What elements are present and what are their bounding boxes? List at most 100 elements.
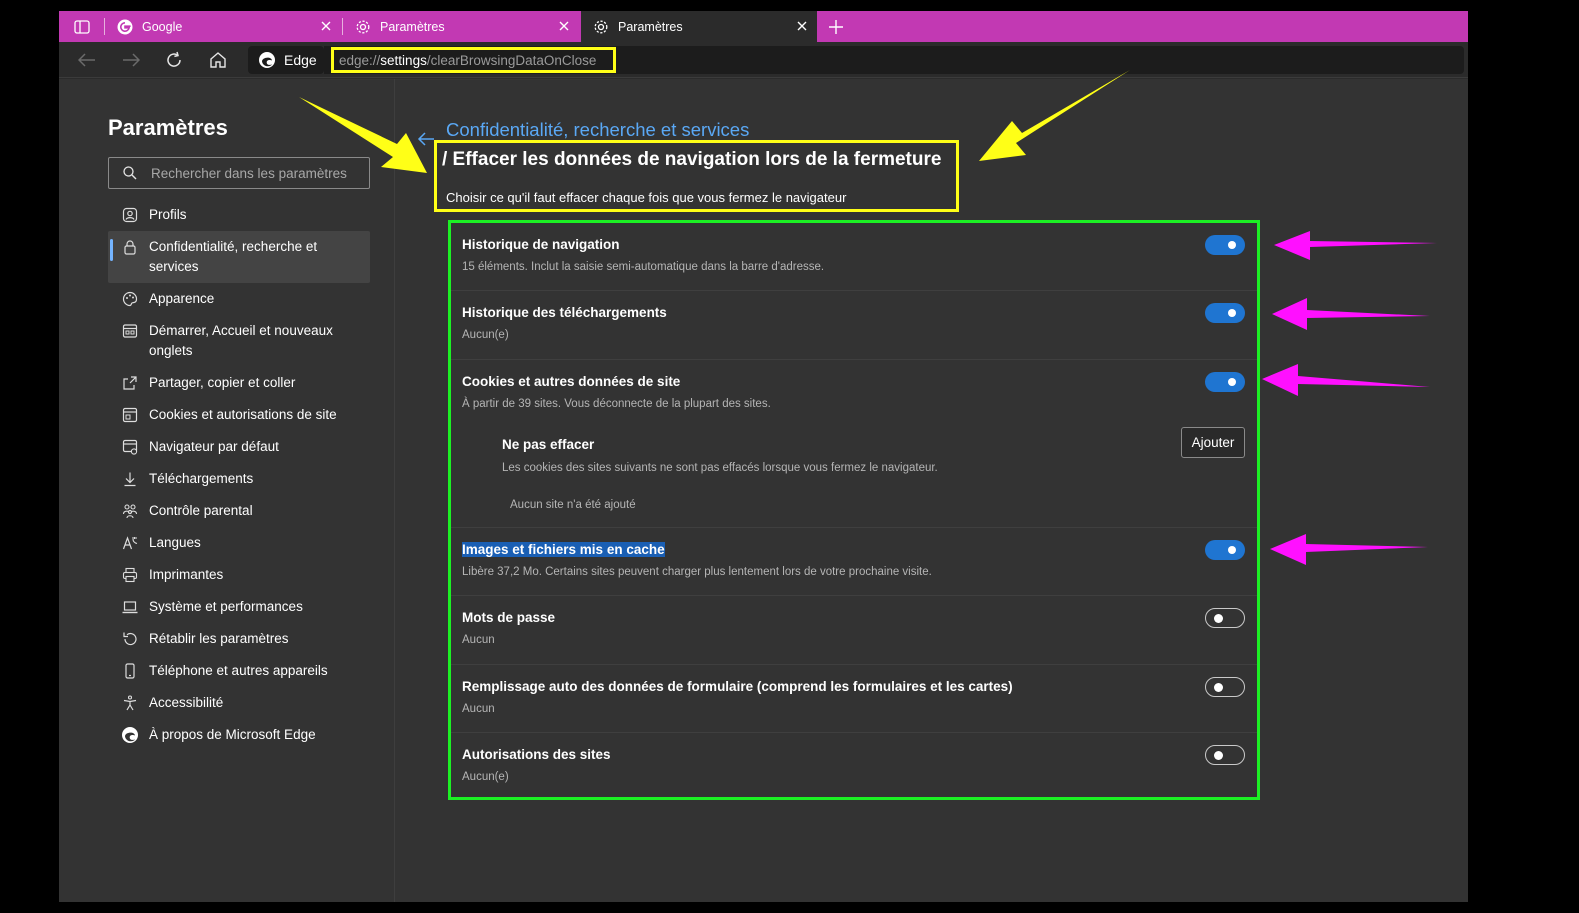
search-icon xyxy=(123,166,137,180)
option-title: Historique de navigation xyxy=(462,237,620,252)
sidebar-item-systeme[interactable]: Système et performances xyxy=(108,597,370,617)
tab-settings-active[interactable]: Paramètres xyxy=(581,11,817,42)
refresh-button[interactable] xyxy=(163,49,185,71)
close-icon[interactable] xyxy=(319,19,333,33)
option-title: Historique des téléchargements xyxy=(462,305,667,320)
home-icon xyxy=(210,52,226,68)
sidebar-item-apparence[interactable]: Apparence xyxy=(108,289,370,309)
option-title: Cookies et autres données de site xyxy=(462,374,681,389)
sidebar-item-label: Apparence xyxy=(149,291,215,306)
toggle-knob xyxy=(1214,614,1223,623)
sidebar-item-langues[interactable]: Langues xyxy=(108,533,370,553)
edge-identity-chip[interactable]: Edge xyxy=(248,46,324,74)
sidebar-item-label: Navigateur par défaut xyxy=(149,439,279,454)
option-title: Mots de passe xyxy=(462,610,556,625)
tab-settings-1[interactable]: Paramètres xyxy=(343,11,579,42)
toggle-mots-de-passe[interactable] xyxy=(1205,608,1245,628)
option-description: 15 éléments. Inclut la saisie semi-autom… xyxy=(462,261,825,273)
back-arrow-icon[interactable] xyxy=(416,129,436,149)
toggle-historique-navigation[interactable] xyxy=(1205,235,1245,255)
forward-button[interactable] xyxy=(120,49,142,71)
tab-title: Google xyxy=(142,19,183,34)
toolbar: Edge edge://settings/clearBrowsingDataOn… xyxy=(59,42,1468,78)
breadcrumb-privacy-link[interactable]: Confidentialité, recherche et services xyxy=(446,119,749,141)
toggle-images-cache[interactable] xyxy=(1205,540,1245,560)
sidebar-title: Paramètres xyxy=(108,115,228,140)
share-icon xyxy=(121,373,139,393)
settings-sidebar: Paramètres Rechercher dans les paramètre… xyxy=(59,79,395,902)
option-title: Images et fichiers mis en cache xyxy=(462,542,665,557)
back-button[interactable] xyxy=(76,49,98,71)
option-row-historique-navigation: Historique de navigation 15 éléments. In… xyxy=(451,223,1257,291)
new-tab-button[interactable] xyxy=(825,16,847,38)
toggle-knob xyxy=(1228,309,1236,317)
toggle-autorisations-sites[interactable] xyxy=(1205,745,1245,765)
reset-icon xyxy=(121,629,139,649)
browser-window: Google Paramètres Paramètres Edge edge:/… xyxy=(59,11,1468,902)
title-annotation-box: / Effacer les données de navigation lors… xyxy=(434,140,959,212)
family-icon xyxy=(121,501,139,521)
url-text[interactable]: edge://settings/clearBrowsingDataOnClose xyxy=(331,47,616,73)
sidebar-item-partager[interactable]: Partager, copier et coller xyxy=(108,373,370,393)
option-row-autorisations-sites: Autorisations des sites Aucun(e) xyxy=(451,733,1257,797)
add-exception-button[interactable]: Ajouter xyxy=(1181,427,1245,458)
sidebar-item-imprimantes[interactable]: Imprimantes xyxy=(108,565,370,585)
option-description: Aucun(e) xyxy=(462,771,509,783)
toggle-knob xyxy=(1214,751,1223,760)
toggle-cookies[interactable] xyxy=(1205,372,1245,392)
sidebar-item-navigateur-defaut[interactable]: Navigateur par défaut xyxy=(108,437,370,457)
toggle-remplissage-auto[interactable] xyxy=(1205,677,1245,697)
option-row-mots-de-passe: Mots de passe Aucun xyxy=(451,596,1257,665)
toggle-historique-telechargements[interactable] xyxy=(1205,303,1245,323)
settings-content: Confidentialité, recherche et services /… xyxy=(396,79,1468,902)
tab-strip: Google Paramètres Paramètres xyxy=(59,11,1468,42)
sidebar-item-label: Cookies et autorisations de site xyxy=(149,407,337,422)
sidebar-item-label: Imprimantes xyxy=(149,567,224,582)
option-description: À partir de 39 sites. Vous déconnecte de… xyxy=(462,398,771,410)
sidebar-item-label: Démarrer, Accueil et nouveaux onglets xyxy=(149,323,333,358)
close-icon[interactable] xyxy=(557,19,571,33)
arrow-right-icon xyxy=(123,53,140,67)
accessibility-icon xyxy=(121,693,139,713)
sidebar-item-profils[interactable]: Profils xyxy=(108,205,370,225)
sidebar-item-controle-parental[interactable]: Contrôle parental xyxy=(108,501,370,521)
sidebar-item-label: Profils xyxy=(149,207,187,222)
tab-actions-icon xyxy=(74,20,90,34)
phone-icon xyxy=(121,661,139,681)
sidebar-item-label: Téléphone et autres appareils xyxy=(149,663,328,678)
tab-actions-button[interactable] xyxy=(67,17,97,37)
sidebar-item-retablir[interactable]: Rétablir les paramètres xyxy=(108,629,370,649)
laptop-icon xyxy=(121,597,139,617)
selected-text: Images et fichiers mis en cache xyxy=(462,542,665,557)
option-row-remplissage-auto: Remplissage auto des données de formulai… xyxy=(451,665,1257,733)
toggle-knob xyxy=(1228,546,1236,554)
printer-icon xyxy=(121,565,139,585)
sidebar-item-label: Système et performances xyxy=(149,599,303,614)
sidebar-item-a-propos[interactable]: À propos de Microsoft Edge xyxy=(108,725,370,745)
url-host: settings xyxy=(380,52,427,68)
toggle-knob xyxy=(1214,683,1223,692)
option-description: Aucun xyxy=(462,634,495,646)
tab-google[interactable]: Google xyxy=(105,11,341,42)
settings-search-input[interactable]: Rechercher dans les paramètres xyxy=(108,157,370,189)
sidebar-item-demarrer[interactable]: Démarrer, Accueil et nouveaux onglets xyxy=(108,321,370,361)
toggle-knob xyxy=(1228,378,1236,386)
sidebar-item-cookies[interactable]: Cookies et autorisations de site xyxy=(108,405,370,425)
option-description: Libère 37,2 Mo. Certains sites peuvent c… xyxy=(462,566,932,578)
option-description: Aucun(e) xyxy=(462,329,509,341)
home-button[interactable] xyxy=(207,49,229,71)
tab-title: Paramètres xyxy=(618,19,683,34)
sidebar-item-label: À propos de Microsoft Edge xyxy=(149,727,316,742)
sidebar-item-telechargements[interactable]: Téléchargements xyxy=(108,469,370,489)
sidebar-item-accessibilite[interactable]: Accessibilité xyxy=(108,693,370,713)
sidebar-item-confidentialite[interactable]: Confidentialité, recherche et services xyxy=(108,231,370,283)
refresh-icon xyxy=(167,51,181,67)
gear-icon xyxy=(594,20,608,33)
sidebar-item-telephone[interactable]: Téléphone et autres appareils xyxy=(108,661,370,681)
page-subtitle: Choisir ce qu'il faut effacer chaque foi… xyxy=(446,190,847,205)
page-title: / Effacer les données de navigation lors… xyxy=(442,149,942,170)
sidebar-item-label: Rétablir les paramètres xyxy=(149,631,289,646)
option-title: Remplissage auto des données de formulai… xyxy=(462,679,1013,694)
close-icon[interactable] xyxy=(795,19,809,33)
option-description: Aucun xyxy=(462,703,495,715)
